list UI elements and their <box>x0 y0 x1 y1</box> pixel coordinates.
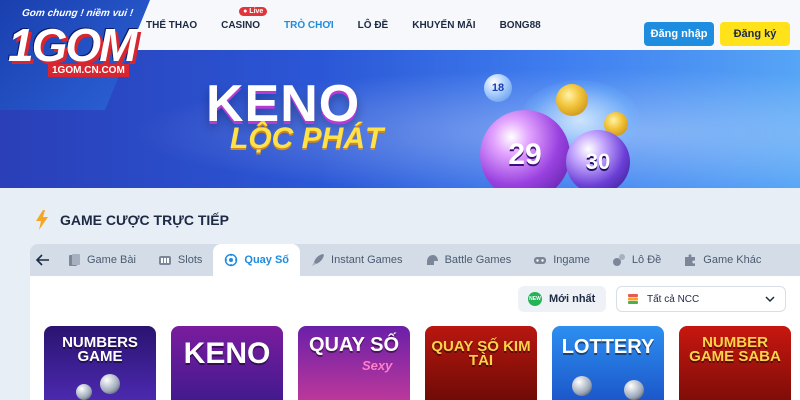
layers-icon <box>628 294 638 304</box>
dice-icon <box>612 254 625 266</box>
nav-games[interactable]: TRÒ CHƠI <box>284 20 334 31</box>
nav-casino[interactable]: CASINO ● Live <box>221 6 268 31</box>
bolt-icon <box>36 210 48 230</box>
game-card-title: QUAY SỐ KIM TÀI <box>431 338 531 370</box>
game-card-subtitle: Sexy <box>362 358 393 373</box>
tab-game-khac[interactable]: Game Khác <box>672 244 772 276</box>
lottery-ball-icon <box>100 374 120 394</box>
tab-label: Game Bài <box>87 254 136 266</box>
helmet-icon <box>426 255 438 265</box>
tab-battle-games[interactable]: Battle Games <box>414 244 523 276</box>
tab-label: Battle Games <box>444 254 512 266</box>
game-card-title: NUMBER GAME SABA <box>689 334 781 366</box>
tab-label: Quay Số <box>244 254 290 266</box>
slots-icon <box>158 256 171 265</box>
arrow-left-icon <box>36 254 49 266</box>
tab-ingame[interactable]: Ingame <box>522 244 601 276</box>
game-card-numbers-game[interactable]: NUMBERS GAME <box>44 326 156 400</box>
cards-icon <box>69 254 80 266</box>
tab-label: Ingame <box>553 254 590 266</box>
lottery-ball: 18 <box>484 74 512 102</box>
game-card-quay-so-kim-tai[interactable]: QUAY SỐ KIM TÀI <box>425 326 537 400</box>
game-card-lottery[interactable]: LOTTERY <box>552 326 664 400</box>
sort-label: Mới nhất <box>549 293 596 305</box>
tab-game-bai[interactable]: Game Bài <box>56 244 147 276</box>
game-card-keno[interactable]: KENO <box>171 326 283 400</box>
game-cards: NUMBERS GAME KENO QUAY SỐ Sexy QUAY SỐ K… <box>44 326 800 400</box>
provider-selected: Tất cả NCC <box>647 293 700 305</box>
puzzle-icon <box>685 254 696 266</box>
provider-select[interactable]: Tất cả NCC <box>616 286 786 312</box>
tab-quay-so[interactable]: Quay Số <box>213 244 301 276</box>
category-tabs: Game Bài Slots Quay Số Instant Games Bat… <box>30 244 800 276</box>
game-card-title: LOTTERY <box>561 336 655 358</box>
lottery-ball-icon <box>76 384 92 400</box>
lottery-ball: 30 <box>566 130 630 188</box>
game-card-number-game-saba[interactable]: NUMBER GAME SABA <box>679 326 791 400</box>
section-header: GAME CƯỢC TRỰC TIẾP <box>34 210 229 230</box>
game-card-title: NUMBERS GAME <box>62 334 138 366</box>
rocket-icon <box>312 254 325 266</box>
nav-bong88[interactable]: BONG88 <box>500 20 541 31</box>
gamepad-icon <box>534 257 547 264</box>
login-button[interactable]: Đăng nhập <box>644 22 714 46</box>
sort-newest-button[interactable]: NEW Mới nhất <box>518 286 606 312</box>
game-card-quay-so-sexy[interactable]: QUAY SỐ Sexy <box>298 326 410 400</box>
register-button[interactable]: Đăng ký <box>720 22 790 46</box>
nav-promotions[interactable]: KHUYẾN MÃI <box>412 20 475 31</box>
live-badge-text: Live <box>249 7 264 15</box>
tab-slots[interactable]: Slots <box>147 244 213 276</box>
nav-lode[interactable]: LÔ ĐỀ <box>358 20 389 31</box>
new-badge-icon: NEW <box>528 292 542 306</box>
brand-logo[interactable]: Gom chung ! niềm vui ! 1GOM 1GOM.CN.COM <box>8 6 158 77</box>
tab-label: Game Khác <box>703 254 762 266</box>
tab-label: Lô Đề <box>631 254 662 266</box>
game-card-title: KENO <box>183 337 271 370</box>
chevron-down-icon <box>765 296 775 303</box>
live-badge: ● Live <box>239 6 268 16</box>
tab-lo-de[interactable]: Lô Đề <box>601 244 672 276</box>
top-header: Gom chung ! niềm vui ! 1GOM 1GOM.CN.COM … <box>0 0 800 77</box>
tab-instant-games[interactable]: Instant Games <box>300 244 414 276</box>
game-list-panel: NEW Mới nhất Tất cả NCC NUMBERS GAME KEN… <box>30 276 800 400</box>
section-title: GAME CƯỢC TRỰC TIẾP <box>60 212 229 228</box>
game-card-title: QUAY SỐ <box>308 334 400 356</box>
lottery-icon <box>225 253 238 267</box>
tabs-back-button[interactable] <box>30 244 56 276</box>
logo-domain: 1GOM.CN.COM <box>48 64 129 77</box>
banner-subtitle: LỘC PHÁT <box>230 122 384 155</box>
nav-casino-label: CASINO <box>221 19 261 31</box>
tab-label: Slots <box>177 254 203 266</box>
main-nav: THỂ THAO CASINO ● Live TRÒ CHƠI LÔ ĐỀ KH… <box>146 0 565 50</box>
lottery-ball-icon <box>624 380 644 400</box>
tab-label: Instant Games <box>331 254 403 266</box>
gold-coin <box>556 84 588 116</box>
lottery-ball-icon <box>572 376 592 396</box>
